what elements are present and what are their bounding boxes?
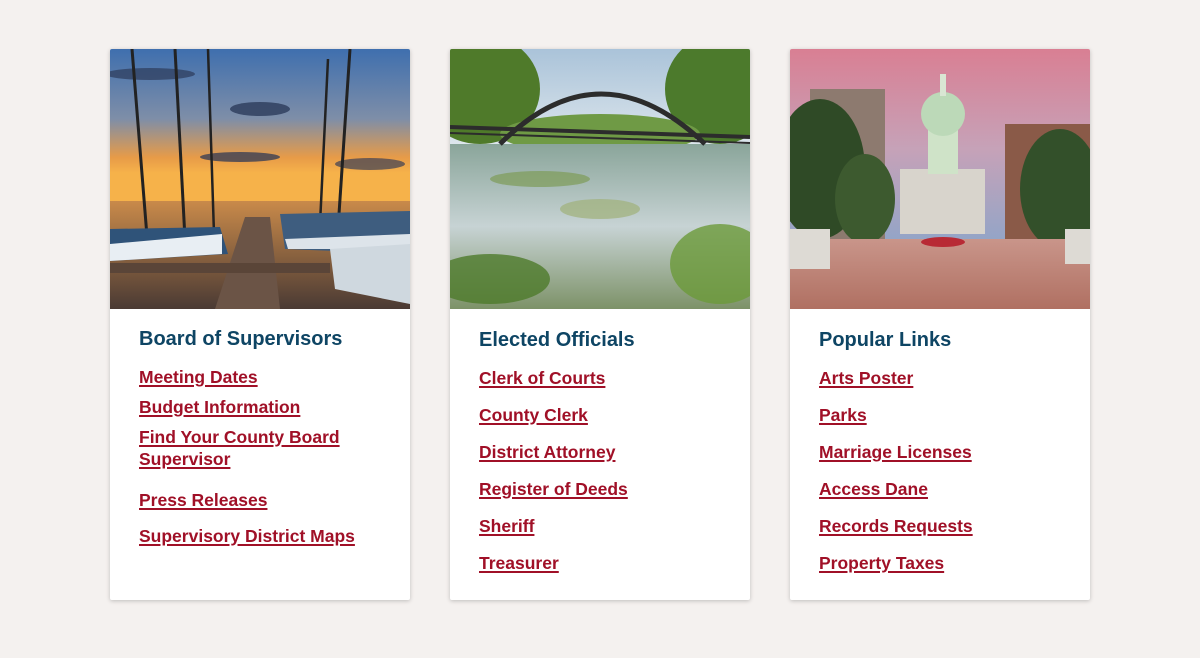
harbor-sunset-image — [110, 49, 410, 309]
card-board-of-supervisors: Board of Supervisors Meeting Dates Budge… — [110, 49, 410, 600]
list-item: Records Requests — [819, 516, 1061, 538]
link-sheriff[interactable]: Sheriff — [479, 516, 534, 536]
link-records-requests[interactable]: Records Requests — [819, 516, 973, 536]
link-parks[interactable]: Parks — [819, 405, 867, 425]
link-marriage-licenses[interactable]: Marriage Licenses — [819, 442, 972, 462]
list-item: Register of Deeds — [479, 479, 721, 501]
link-meeting-dates[interactable]: Meeting Dates — [139, 367, 258, 387]
capitol-plaza-image — [790, 49, 1090, 309]
list-item: Access Dane — [819, 479, 1061, 501]
link-treasurer[interactable]: Treasurer — [479, 553, 559, 573]
list-item: Supervisory District Maps — [139, 526, 381, 548]
card-grid: Board of Supervisors Meeting Dates Budge… — [110, 49, 1090, 600]
list-item: Sheriff — [479, 516, 721, 538]
link-find-your-county-board-supervisor[interactable]: Find Your County Board Supervisor — [139, 427, 340, 469]
list-item: Treasurer — [479, 553, 721, 575]
link-list: Meeting Dates Budget Information Find Yo… — [139, 367, 381, 548]
link-supervisory-district-maps[interactable]: Supervisory District Maps — [139, 526, 355, 546]
card-popular-links: Popular Links Arts Poster Parks Marriage… — [790, 49, 1090, 600]
list-item: County Clerk — [479, 405, 721, 427]
list-item: Budget Information — [139, 397, 381, 419]
list-item: Find Your County Board Supervisor — [139, 427, 381, 471]
card-title: Popular Links — [819, 329, 952, 351]
link-press-releases[interactable]: Press Releases — [139, 490, 267, 510]
list-item: Press Releases — [139, 490, 381, 512]
link-register-of-deeds[interactable]: Register of Deeds — [479, 479, 628, 499]
link-list: Arts Poster Parks Marriage Licenses Acce… — [819, 368, 1061, 575]
card-title: Elected Officials — [479, 329, 635, 351]
card-title: Board of Supervisors — [139, 328, 343, 350]
card-elected-officials: Elected Officials Clerk of Courts County… — [450, 49, 750, 600]
list-item: Property Taxes — [819, 553, 1061, 575]
link-property-taxes[interactable]: Property Taxes — [819, 553, 944, 573]
list-item: District Attorney — [479, 442, 721, 464]
link-arts-poster[interactable]: Arts Poster — [819, 368, 913, 388]
link-district-attorney[interactable]: District Attorney — [479, 442, 615, 462]
list-item: Marriage Licenses — [819, 442, 1061, 464]
link-access-dane[interactable]: Access Dane — [819, 479, 928, 499]
link-list: Clerk of Courts County Clerk District At… — [479, 368, 721, 575]
list-item: Clerk of Courts — [479, 368, 721, 390]
park-bridge-image — [450, 49, 750, 309]
link-clerk-of-courts[interactable]: Clerk of Courts — [479, 368, 605, 388]
list-item: Meeting Dates — [139, 367, 381, 389]
link-budget-information[interactable]: Budget Information — [139, 397, 300, 417]
link-county-clerk[interactable]: County Clerk — [479, 405, 588, 425]
list-item: Arts Poster — [819, 368, 1061, 390]
list-item: Parks — [819, 405, 1061, 427]
